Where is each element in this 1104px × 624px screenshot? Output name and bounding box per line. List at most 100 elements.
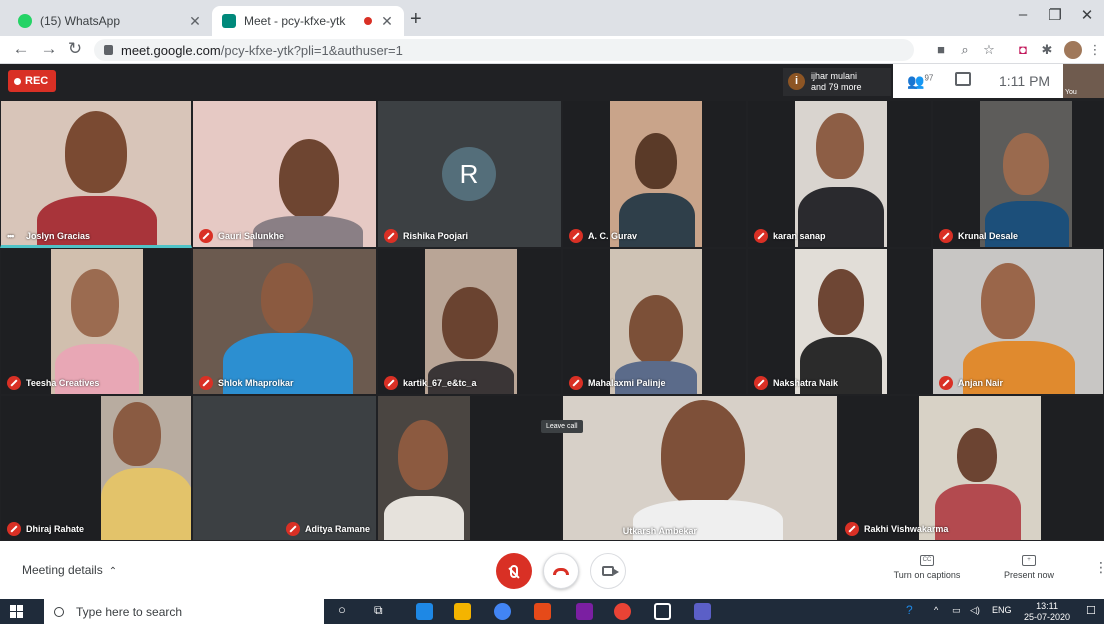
info-avatar-icon: i	[788, 73, 805, 90]
browser-menu-icon[interactable]: ⋮	[1086, 41, 1104, 59]
muted-mic-icon	[569, 229, 583, 243]
participant-tile[interactable]: Gauri Salunkhe	[192, 100, 377, 248]
zoom-icon[interactable]: ⌕	[956, 41, 974, 59]
notifications-icon[interactable]: ☐	[1086, 604, 1096, 617]
meet-icon	[222, 14, 236, 28]
present-now-button[interactable]: + Present now	[996, 555, 1062, 580]
tab-title: (15) WhatsApp	[40, 14, 121, 28]
url-host: meet.google.com	[121, 42, 221, 58]
search-icon	[54, 606, 64, 617]
captions-button[interactable]: CC Turn on captions	[888, 555, 966, 580]
muted-mic-icon	[939, 229, 953, 243]
camera-toggle-button[interactable]	[590, 553, 626, 589]
participant-tile[interactable]: Anjan Nair	[932, 248, 1104, 395]
profile-avatar[interactable]	[1064, 41, 1082, 59]
bookmark-star-icon[interactable]: ☆	[980, 41, 998, 59]
input-language[interactable]: ENG	[992, 605, 1012, 615]
participant-name-tag: Nakshatra Naik	[754, 376, 838, 390]
participant-name-tag: Rakhi Vishwakarma	[845, 522, 948, 536]
close-icon[interactable]: ✕	[380, 13, 394, 30]
muted-mic-icon	[384, 229, 398, 243]
participant-tile[interactable]	[377, 395, 562, 541]
muted-mic-icon	[285, 522, 300, 536]
clock-date: 25-07-2020	[1024, 612, 1071, 622]
reload-icon[interactable]: ↻	[64, 39, 86, 59]
participant-name-tag: Anjan Nair	[939, 376, 1003, 390]
call-controls-bar: Meeting details ⌃ CC Turn on captions + P…	[0, 541, 1104, 599]
restore-icon[interactable]: ❐	[1040, 6, 1070, 24]
recording-badge: REC	[8, 70, 56, 92]
forward-icon[interactable]: →	[38, 39, 60, 59]
minimize-icon[interactable]: –	[1008, 6, 1038, 23]
taskbar-search-box[interactable]: Type here to search	[44, 599, 324, 624]
muted-mic-icon	[199, 376, 213, 390]
back-icon[interactable]: ←	[10, 39, 32, 59]
chrome-icon[interactable]	[494, 603, 511, 620]
meeting-details-button[interactable]: Meeting details ⌃	[22, 563, 117, 577]
leave-call-tooltip: Leave call	[541, 420, 583, 433]
participant-tile[interactable]: ••• Joslyn Gracias	[0, 100, 192, 248]
self-label: You	[1065, 89, 1077, 96]
chat-icon[interactable]	[955, 72, 971, 86]
task-view-icon[interactable]: ⧉	[374, 603, 383, 618]
join-notification[interactable]: i ijhar mulani and 79 more	[783, 68, 891, 96]
people-count: 97	[924, 73, 934, 83]
participant-tile[interactable]: A. C. Gurav	[562, 100, 747, 248]
participant-tile[interactable]: Shlok Mhaprolkar	[192, 248, 377, 395]
muted-mic-icon	[754, 229, 768, 243]
participant-tile[interactable]: Dhiraj Rahate	[0, 395, 192, 541]
new-tab-button[interactable]: +	[410, 8, 422, 31]
taskbar-clock[interactable]: 13:11 25-07-2020	[1024, 601, 1070, 623]
participant-name-tag: Shlok Mhaprolkar	[199, 376, 294, 390]
microphone-toggle-button[interactable]	[496, 553, 532, 589]
snip-icon[interactable]	[654, 603, 671, 620]
muted-mic-icon	[7, 376, 21, 390]
teams-icon[interactable]	[694, 603, 711, 620]
windows-start-icon[interactable]	[10, 605, 23, 618]
address-bar[interactable]: meet.google.com /pcy-kfxe-ytk?pli=1&auth…	[94, 39, 914, 61]
battery-icon[interactable]: ▭	[952, 605, 961, 616]
participant-tile[interactable]: Mahalaxmi Palinje	[562, 248, 747, 395]
participant-tile[interactable]: Utkarsh Ambekar	[562, 395, 838, 541]
participant-tile[interactable]: kartik_67_e&tc_a	[377, 248, 562, 395]
tab-whatsapp[interactable]: (15) WhatsApp ✕	[8, 6, 212, 36]
file-explorer-icon[interactable]	[454, 603, 471, 620]
office-icon[interactable]	[534, 603, 551, 620]
pocket-extension-icon[interactable]: ◘	[1014, 41, 1032, 59]
participant-grid: ••• Joslyn Gracias Gauri Salunkhe R Rishi…	[0, 100, 1104, 541]
participant-tile[interactable]: Nakshatra Naik	[747, 248, 932, 395]
windows-taskbar: Type here to search ○ ⧉ ? ^ ▭ ◁) ENG 13:…	[0, 599, 1104, 624]
edge-icon[interactable]	[416, 603, 433, 620]
browser-tab-strip: (15) WhatsApp ✕ Meet - pcy-kfxe-ytk ✕ + …	[0, 0, 1104, 36]
extensions-puzzle-icon[interactable]: ✱	[1038, 41, 1056, 59]
camera-permission-icon[interactable]: ■	[932, 41, 950, 59]
participant-name-tag: karan sanap	[754, 229, 826, 243]
tab-meet[interactable]: Meet - pcy-kfxe-ytk ✕	[212, 6, 404, 36]
participant-name-tag: Krunal Desale	[939, 229, 1018, 243]
people-button[interactable]: 👥97	[907, 73, 933, 90]
participant-name-tag: kartik_67_e&tc_a	[384, 376, 477, 390]
participant-tile[interactable]: Rakhi Vishwakarma	[838, 395, 1104, 541]
help-icon[interactable]: ?	[906, 603, 913, 617]
participant-tile[interactable]: R Rishika Poojari	[377, 100, 562, 248]
speaking-indicator-icon: •••	[7, 231, 14, 241]
participant-tile[interactable]: karan sanap	[747, 100, 932, 248]
close-window-icon[interactable]: ✕	[1072, 6, 1102, 24]
show-hidden-icons-chevron-icon[interactable]: ^	[934, 605, 938, 615]
participant-tile[interactable]: Aditya Ramane	[192, 395, 377, 541]
participant-tile[interactable]: Teesha Creatives	[0, 248, 192, 395]
participant-tile[interactable]: Krunal Desale	[932, 100, 1104, 248]
participant-name-tag: Teesha Creatives	[7, 376, 99, 390]
screen: (15) WhatsApp ✕ Meet - pcy-kfxe-ytk ✕ + …	[0, 0, 1104, 624]
leave-call-button[interactable]	[543, 553, 579, 589]
chrome-profile-icon[interactable]	[614, 603, 631, 620]
muted-mic-icon	[384, 376, 398, 390]
muted-mic-icon	[7, 522, 21, 536]
cortana-icon[interactable]: ○	[338, 602, 346, 617]
onenote-icon[interactable]	[576, 603, 593, 620]
close-icon[interactable]: ✕	[188, 13, 202, 30]
rec-label: REC	[25, 75, 49, 87]
volume-icon[interactable]: ◁)	[970, 605, 980, 616]
self-view-thumbnail[interactable]: You	[1063, 64, 1104, 98]
more-options-icon[interactable]: ⋮	[1094, 559, 1104, 576]
